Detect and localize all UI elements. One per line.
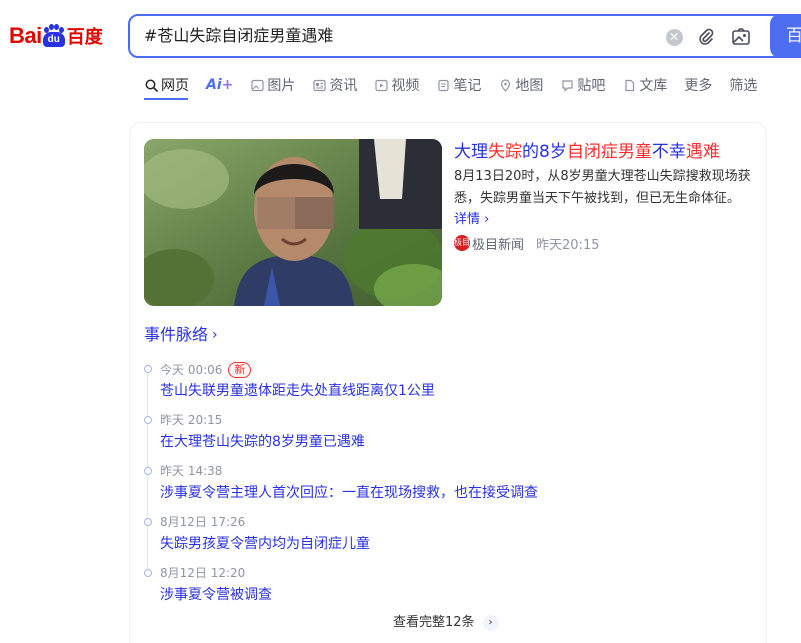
logo-text-cn: 百度 (66, 27, 103, 48)
chevron-right-icon: › (480, 212, 490, 227)
timeline-dot (144, 569, 152, 577)
tab-tieba[interactable]: 贴吧 (560, 74, 605, 96)
chevron-right-icon: › (482, 615, 499, 631)
timeline-dot (144, 518, 152, 526)
note-icon (436, 78, 450, 92)
news-title-part: 大理 (454, 142, 488, 162)
tab-wenku[interactable]: 文库 (622, 74, 667, 96)
news-title-highlight: 自闭症男童 (566, 142, 652, 162)
logo-text-bai: Bai (9, 23, 42, 48)
timeline-time: 8月12日 12:20 (160, 566, 246, 580)
video-icon (374, 78, 388, 92)
tab-label: 更多 (684, 78, 713, 94)
timeline-link[interactable]: 失踪男孩夏令营内均为自闭症儿童 (160, 534, 370, 554)
tab-images[interactable]: 图片 (250, 74, 295, 96)
tab-more[interactable]: 更多 (684, 74, 712, 96)
paw-icon: du (42, 24, 65, 47)
news-title-highlight: 遇难 (685, 142, 720, 162)
attachment-icon[interactable] (695, 26, 717, 48)
logo-text-du: du (42, 32, 65, 47)
tab-news[interactable]: 资讯 (312, 74, 357, 96)
news-title-part: 的8岁 (522, 142, 567, 162)
timeline-time: 昨天 20:15 (160, 413, 223, 427)
more-label: 详情 (454, 212, 481, 227)
view-all-label: 查看完整12条 (393, 615, 475, 630)
search-button[interactable]: 百 (770, 14, 801, 58)
tab-label: 资讯 (329, 78, 358, 94)
timeline-heading-label: 事件脉络 (144, 325, 209, 344)
publish-time: 昨天20:15 (536, 237, 600, 253)
tab-label: 贴吧 (577, 78, 606, 94)
timeline-link[interactable]: 在大理苍山失踪的8岁男童已遇难 (160, 432, 365, 452)
timeline-time: 8月12日 17:26 (160, 515, 246, 529)
search-input[interactable]: #苍山失踪自闭症男童遇难 (144, 16, 333, 56)
tab-notes[interactable]: 笔记 (436, 74, 481, 96)
tab-filter[interactable]: 筛选 (729, 74, 757, 96)
news-source: 极目 极目新闻 昨天20:15 (454, 234, 600, 253)
tab-label: 文库 (639, 78, 668, 94)
search-tabs: 网页 Ai + 图片 资讯 视频 笔记 地图 贴吧 文库 更多 筛选 (144, 74, 774, 96)
tab-label: 笔记 (453, 78, 482, 94)
news-title[interactable]: 大理失踪的8岁自闭症男童不幸遇难 (454, 140, 720, 164)
active-tab-indicator (144, 98, 188, 100)
document-icon (622, 78, 636, 92)
source-logo-icon: 极目 (454, 235, 470, 251)
news-title-part: 不幸 (651, 142, 686, 162)
timeline-link[interactable]: 涉事夏令营主理人首次回应：一直在现场搜救，也在接受调查 (160, 483, 538, 503)
news-title-highlight: 失踪 (488, 142, 522, 162)
timeline-time: 昨天 14:38 (160, 464, 223, 478)
timeline-dot (144, 365, 152, 373)
timeline-link[interactable]: 苍山失联男童遗体距走失处直线距离仅1公里 (160, 381, 435, 401)
image-icon (250, 78, 264, 92)
timeline-dot (144, 467, 152, 475)
tab-label: 视频 (391, 78, 420, 94)
clear-icon[interactable]: ✕ (663, 26, 685, 48)
tab-web[interactable]: 网页 (144, 74, 189, 96)
search-box[interactable]: #苍山失踪自闭症男童遇难 ✕ 百 (128, 14, 801, 58)
timeline-time: 今天 00:06 新 (160, 362, 252, 378)
image-search-icon[interactable] (730, 26, 752, 48)
tab-label: Ai (206, 77, 222, 93)
chevron-right-icon: › (212, 327, 218, 343)
news-more-link[interactable]: 详情 › (454, 210, 489, 230)
tieba-icon (560, 78, 574, 92)
timeline-dot (144, 416, 152, 424)
tab-label: 网页 (161, 78, 189, 94)
timeline-heading[interactable]: 事件脉络 › (144, 324, 218, 346)
timeline-link[interactable]: 涉事夏令营被调查 (160, 585, 272, 605)
news-icon (312, 78, 326, 92)
tab-ai[interactable]: Ai + (206, 74, 233, 96)
news-thumbnail[interactable] (144, 139, 442, 306)
timeline-time-label: 今天 00:06 (160, 363, 223, 377)
search-icon (144, 78, 158, 92)
map-icon (498, 78, 512, 92)
tab-video[interactable]: 视频 (374, 74, 419, 96)
baidu-logo[interactable]: Bai du 百度 (9, 19, 103, 53)
tab-label: 筛选 (729, 78, 758, 94)
sparkle-icon: + (221, 77, 234, 93)
source-name[interactable]: 极目新闻 (472, 234, 524, 253)
new-badge: 新 (228, 362, 252, 378)
view-all-button[interactable]: 查看完整12条 › (393, 614, 499, 632)
news-summary: 8月13日20时，从8岁男童大理苍山失踪搜救现场获悉，失踪男童当天下午被找到，但… (454, 169, 751, 206)
tab-maps[interactable]: 地图 (498, 74, 543, 96)
tab-label: 图片 (267, 78, 296, 94)
tab-label: 地图 (515, 78, 544, 94)
